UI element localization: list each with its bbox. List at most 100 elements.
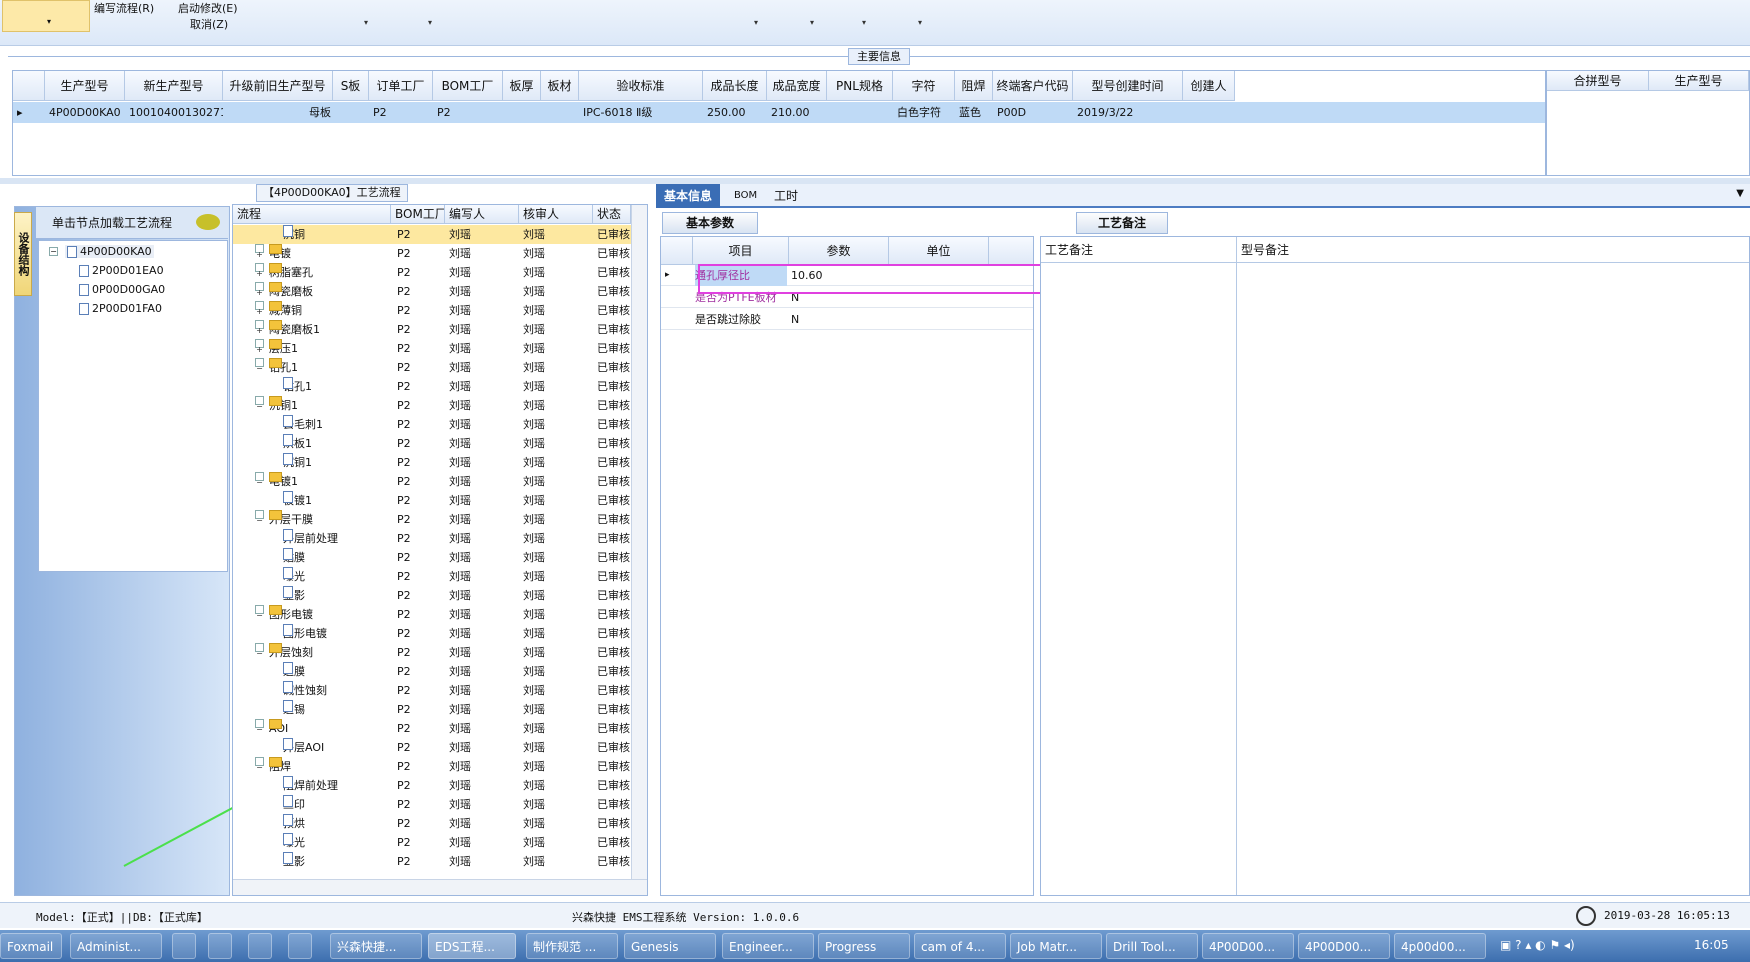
flow-cell[interactable]: P2 bbox=[397, 434, 411, 453]
flow-cell[interactable]: 刘瑶 bbox=[449, 548, 471, 567]
flow-cell[interactable]: 刘瑶 bbox=[449, 396, 471, 415]
flow-cell[interactable]: 已审核 bbox=[597, 852, 630, 871]
flow-step[interactable]: 外层AOI bbox=[283, 738, 324, 757]
flow-cell[interactable]: 已审核 bbox=[597, 738, 630, 757]
flow-cell[interactable]: 刘瑶 bbox=[449, 814, 471, 833]
flow-cell[interactable]: P2 bbox=[397, 472, 411, 491]
flow-cell[interactable]: 刘瑶 bbox=[523, 757, 545, 776]
flow-step[interactable]: 树脂塞孔 bbox=[269, 263, 313, 282]
flow-cell[interactable]: 已审核 bbox=[597, 719, 630, 738]
col-header[interactable]: 板厚 bbox=[503, 71, 541, 101]
flow-cell[interactable]: 刘瑶 bbox=[449, 453, 471, 472]
flow-cell[interactable]: P2 bbox=[397, 605, 411, 624]
col-header[interactable]: 板材 bbox=[541, 71, 579, 101]
flow-cell[interactable]: P2 bbox=[397, 833, 411, 852]
flow-cell[interactable]: 刘瑶 bbox=[523, 377, 545, 396]
flow-cell[interactable]: 刘瑶 bbox=[523, 434, 545, 453]
flow-step[interactable]: 阻焊前处理 bbox=[283, 776, 338, 795]
col-header[interactable]: 订单工厂 bbox=[369, 71, 433, 101]
table-row[interactable]: − 电镀1 P2 刘瑶 刘瑶 已审核 bbox=[233, 472, 631, 491]
taskbar-item[interactable]: Engineer... bbox=[722, 933, 814, 959]
write-flow-button[interactable]: 编写流程(R) bbox=[94, 0, 154, 16]
table-row[interactable]: 预烘 P2 刘瑶 刘瑶 已审核 bbox=[233, 814, 631, 833]
flow-cell[interactable]: 刘瑶 bbox=[449, 833, 471, 852]
flow-cell[interactable]: P2 bbox=[397, 738, 411, 757]
expand-icon[interactable]: + bbox=[255, 320, 264, 335]
table-row[interactable]: 沉铜1 P2 刘瑶 刘瑶 已审核 bbox=[233, 453, 631, 472]
tab-hours[interactable]: 工时 bbox=[766, 184, 806, 208]
flow-step[interactable]: 板镀1 bbox=[283, 491, 312, 510]
taskbar-item[interactable]: 制作规范 ... bbox=[526, 933, 618, 959]
flow-cell[interactable]: P2 bbox=[397, 244, 411, 263]
grid-cell[interactable]: 白色字符 bbox=[893, 102, 955, 123]
expand-icon[interactable]: − bbox=[255, 396, 264, 411]
flow-step[interactable]: 图形电镀 bbox=[283, 624, 327, 643]
table-row[interactable]: 丝印 P2 刘瑶 刘瑶 已审核 bbox=[233, 795, 631, 814]
table-row[interactable]: 显影 P2 刘瑶 刘瑶 已审核 bbox=[233, 586, 631, 605]
flow-step[interactable]: 钻孔1 bbox=[283, 377, 312, 396]
flow-cell[interactable]: 刘瑶 bbox=[449, 852, 471, 871]
flow-step[interactable]: AOI bbox=[269, 719, 288, 738]
table-row[interactable]: 碱性蚀刻 P2 刘瑶 刘瑶 已审核 bbox=[233, 681, 631, 700]
flow-cell[interactable]: P2 bbox=[397, 776, 411, 795]
table-row[interactable]: 外层AOI P2 刘瑶 刘瑶 已审核 bbox=[233, 738, 631, 757]
flow-cell[interactable]: 已审核 bbox=[597, 339, 630, 358]
col-header[interactable]: 阻焊 bbox=[955, 71, 993, 101]
tree-node[interactable]: 2P00D01FA0 bbox=[79, 302, 162, 315]
flow-cell[interactable]: 刘瑶 bbox=[523, 795, 545, 814]
table-row[interactable]: 钻孔1 P2 刘瑶 刘瑶 已审核 bbox=[233, 377, 631, 396]
calculator-icon[interactable] bbox=[172, 933, 196, 959]
grid-cell[interactable]: 4P00D00KA0 bbox=[45, 102, 125, 123]
expand-icon[interactable]: − bbox=[255, 757, 264, 772]
expand-icon[interactable]: − bbox=[255, 510, 264, 525]
col-header[interactable]: 项目 bbox=[693, 237, 789, 265]
flow-cell[interactable]: 刘瑶 bbox=[449, 586, 471, 605]
flow-cell[interactable]: 刘瑶 bbox=[523, 681, 545, 700]
col-header[interactable]: 创建人 bbox=[1183, 71, 1235, 101]
col-header[interactable]: PNL规格 bbox=[827, 71, 893, 101]
flow-step[interactable]: 外层前处理 bbox=[283, 529, 338, 548]
flow-cell[interactable]: 刘瑶 bbox=[523, 320, 545, 339]
flow-cell[interactable]: 刘瑶 bbox=[449, 339, 471, 358]
flow-cell[interactable]: 已审核 bbox=[597, 263, 630, 282]
model-memo-text[interactable] bbox=[1237, 263, 1749, 895]
col-header[interactable]: 终端客户代码 bbox=[993, 71, 1073, 101]
cancel-button[interactable]: 取消(Z) bbox=[190, 16, 228, 32]
flow-cell[interactable]: P2 bbox=[397, 358, 411, 377]
col-header[interactable]: 状态 bbox=[593, 205, 631, 224]
flow-cell[interactable]: 刘瑶 bbox=[449, 491, 471, 510]
flow-cell[interactable]: 刘瑶 bbox=[449, 529, 471, 548]
table-row[interactable]: 沉铜 P2 刘瑶 刘瑶 已审核 bbox=[233, 225, 631, 244]
tray-icons[interactable]: ▣ ? ▴ ◐ ⚑ ◂) bbox=[1500, 938, 1575, 952]
expand-icon[interactable]: − bbox=[255, 605, 264, 620]
table-row[interactable]: 曝光 P2 刘瑶 刘瑶 已审核 bbox=[233, 567, 631, 586]
flow-cell[interactable]: 刘瑶 bbox=[523, 719, 545, 738]
col-header[interactable]: 生产型号 bbox=[45, 71, 125, 101]
flow-cell[interactable]: 已审核 bbox=[597, 282, 630, 301]
flow-cell[interactable]: P2 bbox=[397, 624, 411, 643]
taskbar-item[interactable]: Progress bbox=[818, 933, 910, 959]
flow-cell[interactable]: 刘瑶 bbox=[523, 643, 545, 662]
table-row[interactable]: − 钻孔1 P2 刘瑶 刘瑶 已审核 bbox=[233, 358, 631, 377]
flow-cell[interactable]: P2 bbox=[397, 339, 411, 358]
flow-step[interactable]: 曝光 bbox=[283, 833, 305, 852]
table-row[interactable]: − 沉铜1 P2 刘瑶 刘瑶 已审核 bbox=[233, 396, 631, 415]
table-row[interactable]: + 电镀 P2 刘瑶 刘瑶 已审核 bbox=[233, 244, 631, 263]
table-row[interactable]: 退膜 P2 刘瑶 刘瑶 已审核 bbox=[233, 662, 631, 681]
expand-icon[interactable]: − bbox=[255, 643, 264, 658]
grid-cell[interactable]: 210.00 bbox=[767, 102, 827, 123]
table-row[interactable]: 烘板1 P2 刘瑶 刘瑶 已审核 bbox=[233, 434, 631, 453]
tab-basic-info[interactable]: 基本信息 bbox=[656, 184, 721, 208]
flow-cell[interactable]: 刘瑶 bbox=[449, 472, 471, 491]
flow-step[interactable]: 图形电镀 bbox=[269, 605, 313, 624]
table-row[interactable]: 板镀1 P2 刘瑶 刘瑶 已审核 bbox=[233, 491, 631, 510]
table-row[interactable]: + 陶瓷磨板 P2 刘瑶 刘瑶 已审核 bbox=[233, 282, 631, 301]
horizontal-scrollbar[interactable] bbox=[233, 879, 647, 895]
flow-step[interactable]: 烘板1 bbox=[283, 434, 312, 453]
start-modify-button[interactable]: 启动修改(E) bbox=[178, 0, 238, 16]
grid-cell[interactable]: P2 bbox=[369, 102, 433, 123]
flow-cell[interactable]: 刘瑶 bbox=[523, 700, 545, 719]
flow-cell[interactable]: P2 bbox=[397, 643, 411, 662]
taskbar-item[interactable]: Genesis bbox=[624, 933, 716, 959]
chevron-down-icon[interactable]: ▾ bbox=[428, 18, 432, 27]
